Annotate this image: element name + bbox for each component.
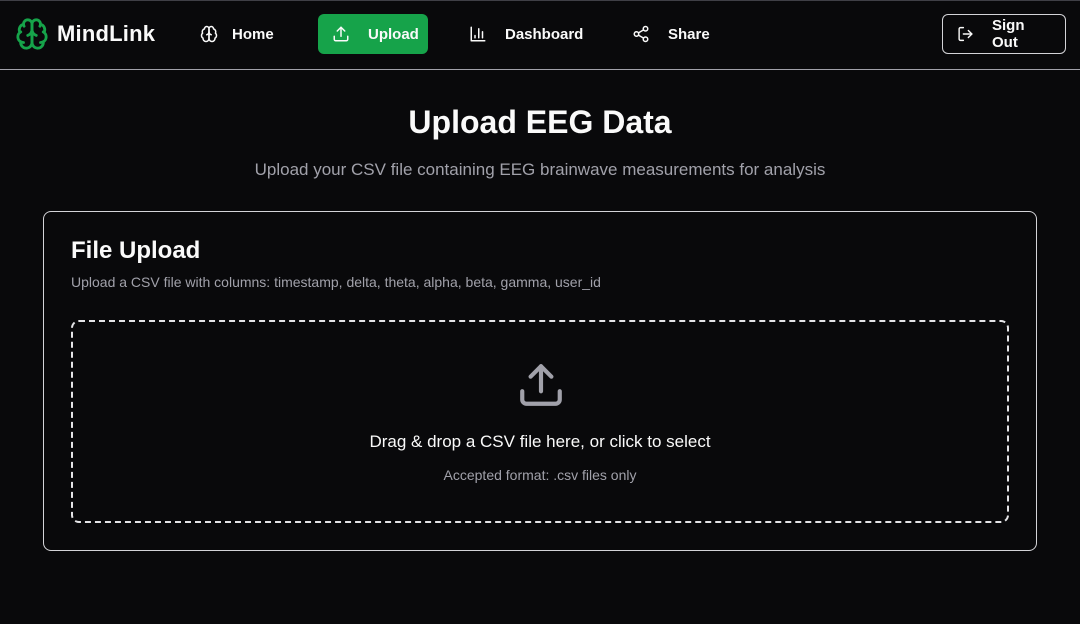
sign-out-label: Sign Out: [992, 17, 1025, 51]
file-dropzone[interactable]: Drag & drop a CSV file here, or click to…: [71, 320, 1009, 523]
nav-item-dashboard[interactable]: Dashboard: [455, 14, 597, 54]
nav-item-upload[interactable]: Upload: [318, 14, 428, 54]
nav-item-share[interactable]: Share: [618, 14, 724, 54]
brand-logo[interactable]: MindLink: [15, 16, 155, 52]
nav-item-home[interactable]: Home: [186, 14, 288, 54]
bar-chart-icon: [470, 26, 486, 42]
nav-item-label: Share: [668, 25, 710, 43]
brand-name: MindLink: [57, 21, 156, 46]
card-description: Upload a CSV file with columns: timestam…: [71, 274, 601, 290]
page-subtitle: Upload your CSV file containing EEG brai…: [254, 160, 826, 179]
upload-icon: [520, 364, 562, 406]
card-title: File Upload: [71, 237, 201, 264]
sign-out-button[interactable]: Sign Out: [942, 14, 1066, 54]
nav-item-label: Upload: [368, 25, 419, 43]
nav-item-label: Dashboard: [505, 25, 584, 43]
file-upload-card: File Upload Upload a CSV file with colum…: [43, 211, 1037, 551]
brain-icon: [16, 18, 48, 50]
share-icon: [633, 25, 649, 43]
nav-item-label: Home: [232, 25, 274, 43]
brain-icon: [200, 25, 218, 43]
upload-icon: [333, 26, 349, 42]
dropzone-instruction: Drag & drop a CSV file here, or click to…: [369, 432, 711, 451]
dropzone-format-hint: Accepted format: .csv files only: [443, 467, 637, 483]
page-title: Upload EEG Data: [408, 104, 672, 140]
navbar: MindLink Home Upload Dashboard Share Sig…: [0, 0, 1080, 70]
log-out-icon: [958, 26, 973, 42]
